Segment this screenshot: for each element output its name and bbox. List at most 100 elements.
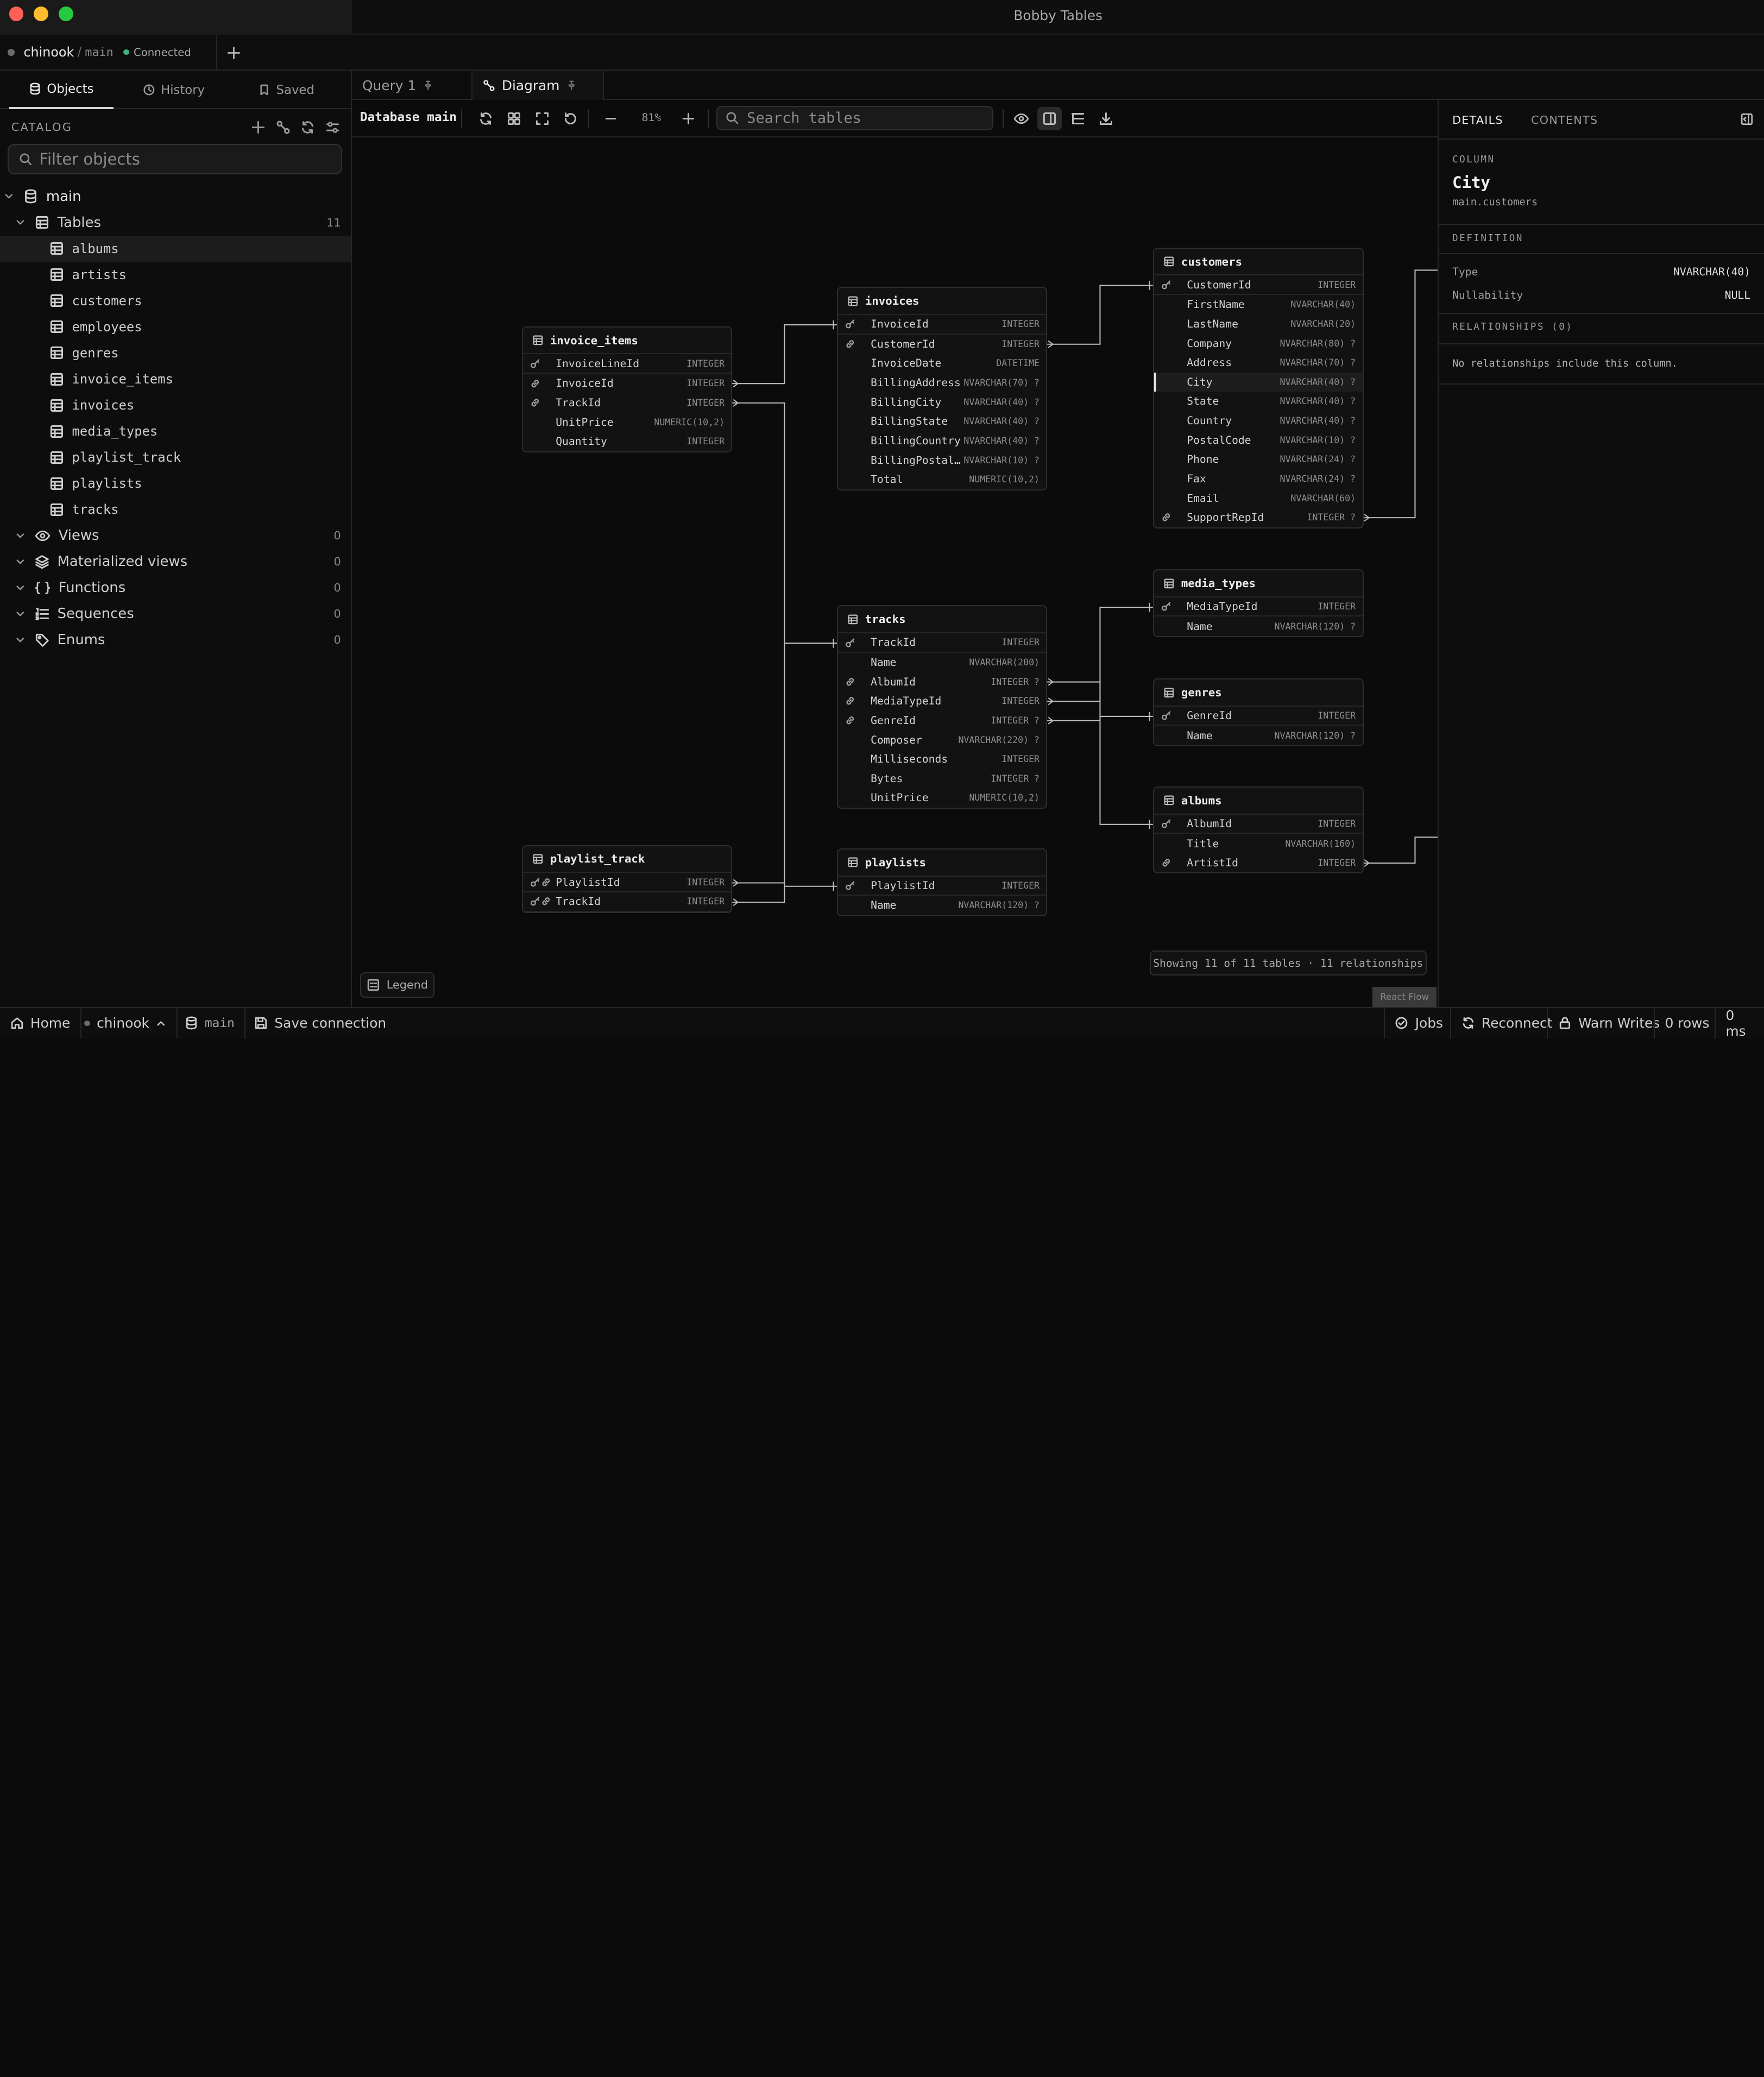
tab-diagram[interactable]: Diagram xyxy=(472,71,604,100)
save-connection-button[interactable]: Save connection xyxy=(244,1008,396,1038)
refresh-icon[interactable] xyxy=(300,120,315,135)
add-connection-button[interactable] xyxy=(220,39,248,66)
table-node-header[interactable]: albums xyxy=(1154,788,1363,815)
table-node-header[interactable]: media_types xyxy=(1154,570,1363,597)
table-column-row[interactable]: Name NVARCHAR(120) ? xyxy=(1154,726,1362,745)
tree-table-employees[interactable]: employees xyxy=(0,314,351,340)
home-button[interactable]: Home xyxy=(0,1008,81,1038)
table-column-row[interactable]: Fax NVARCHAR(24) ? xyxy=(1154,469,1362,489)
tree-table-artists[interactable]: artists xyxy=(0,262,351,288)
table-column-row[interactable]: Name NVARCHAR(200) xyxy=(838,653,1046,672)
table-node-header[interactable]: invoices xyxy=(838,288,1047,315)
tree-table-playlist-track[interactable]: playlist_track xyxy=(0,444,351,470)
table-node-playlist-track[interactable]: playlist_track PlaylistId INTEGER TrackId IN… xyxy=(522,845,733,913)
tree-group-tables[interactable]: Tables 11 xyxy=(0,210,351,236)
reset-view-button[interactable] xyxy=(558,107,583,130)
table-column-row[interactable]: InvoiceLineId INTEGER xyxy=(523,354,732,374)
table-column-row[interactable]: TrackId INTEGER xyxy=(523,393,731,413)
table-column-row[interactable]: Email NVARCHAR(60) xyxy=(1154,488,1362,508)
table-column-row[interactable]: CustomerId INTEGER xyxy=(838,335,1046,354)
tree-group-functions[interactable]: Functions 0 xyxy=(0,575,351,601)
table-column-row[interactable]: Name NVARCHAR(120) ? xyxy=(1154,616,1362,636)
table-column-row[interactable]: GenreId INTEGER ? xyxy=(838,711,1046,731)
connection-switcher[interactable]: chinook xyxy=(74,1008,178,1038)
plus-icon[interactable] xyxy=(251,120,266,135)
zoom-out-button[interactable] xyxy=(598,107,623,130)
tree-group-views[interactable]: Views 0 xyxy=(0,523,351,549)
table-column-row[interactable]: BillingAddress NVARCHAR(70) ? xyxy=(838,373,1046,393)
table-column-row[interactable]: Milliseconds INTEGER xyxy=(838,750,1046,769)
jobs-button[interactable]: Jobs xyxy=(1383,1008,1453,1038)
connection-tab[interactable]: chinook / main Connected xyxy=(0,35,217,70)
table-column-row[interactable]: LastName NVARCHAR(20) xyxy=(1154,314,1362,334)
table-column-row[interactable]: Company NVARCHAR(80) ? xyxy=(1154,333,1362,353)
table-column-row[interactable]: City NVARCHAR(40) ? xyxy=(1154,372,1363,392)
tree-table-playlists[interactable]: playlists xyxy=(0,470,351,496)
table-column-row[interactable]: BillingState NVARCHAR(40) ? xyxy=(838,412,1046,431)
table-column-row[interactable]: TrackId INTEGER xyxy=(838,633,1047,653)
toggle-details-panel-button[interactable] xyxy=(1037,106,1062,131)
table-column-row[interactable]: AlbumId INTEGER ? xyxy=(838,672,1046,691)
maximize-window-button[interactable] xyxy=(58,7,73,22)
table-column-row[interactable]: BillingCity NVARCHAR(40) ? xyxy=(838,392,1046,412)
table-column-row[interactable]: PlaylistId INTEGER xyxy=(523,873,732,892)
table-column-row[interactable]: InvoiceId INTEGER xyxy=(838,315,1047,335)
list-view-button[interactable] xyxy=(1066,107,1091,130)
tab-saved[interactable]: Saved xyxy=(234,71,339,109)
table-node-header[interactable]: playlist_track xyxy=(523,846,732,873)
table-column-row[interactable]: BillingPostalCodeNVARCHAR(10) ? xyxy=(838,450,1046,470)
table-column-row[interactable]: Name NVARCHAR(120) ? xyxy=(838,896,1046,915)
schema-indicator[interactable]: main xyxy=(174,1008,246,1038)
table-column-row[interactable]: State NVARCHAR(40) ? xyxy=(1154,392,1362,411)
table-node-customers[interactable]: customers CustomerId INTEGER FirstName NVARC… xyxy=(1153,247,1364,528)
table-node-header[interactable]: tracks xyxy=(838,606,1047,634)
table-column-row[interactable]: TrackId INTEGER xyxy=(523,892,732,912)
table-node-media-types[interactable]: media_types MediaTypeId INTEGER Name NVARCHA… xyxy=(1153,569,1364,638)
table-node-header[interactable]: genres xyxy=(1154,679,1363,707)
table-node-header[interactable]: invoice_items xyxy=(523,328,732,355)
pin-icon[interactable] xyxy=(566,80,577,91)
table-column-row[interactable]: UnitPrice NUMERIC(10,2) xyxy=(523,412,731,432)
table-column-row[interactable]: MediaTypeId INTEGER xyxy=(1154,597,1363,617)
react-flow-attribution[interactable]: React Flow xyxy=(1372,986,1437,1007)
table-column-row[interactable]: Composer NVARCHAR(220) ? xyxy=(838,730,1046,750)
table-column-row[interactable]: InvoiceId INTEGER xyxy=(523,374,731,393)
table-node-albums[interactable]: albums AlbumId INTEGER Title NVARCHAR(160) Ar… xyxy=(1153,786,1364,874)
tab-details[interactable]: DETAILS xyxy=(1452,114,1503,127)
tab-history[interactable]: History xyxy=(122,71,226,109)
tab-contents[interactable]: CONTENTS xyxy=(1531,114,1598,127)
tree-group-materialized-views[interactable]: Materialized views 0 xyxy=(0,549,351,575)
table-node-playlists[interactable]: playlists PlaylistId INTEGER Name NVARCHAR(1… xyxy=(837,848,1048,916)
search-tables-input[interactable] xyxy=(747,109,972,127)
table-column-row[interactable]: MediaTypeId INTEGER xyxy=(838,691,1046,711)
tree-table-media-types[interactable]: media_types xyxy=(0,418,351,444)
table-column-row[interactable]: Quantity INTEGER xyxy=(523,432,731,451)
sliders-icon[interactable] xyxy=(325,120,340,135)
warn-writes-toggle[interactable]: Warn Writes xyxy=(1547,1008,1670,1038)
zoom-in-button[interactable] xyxy=(676,107,701,130)
export-diagram-button[interactable] xyxy=(1093,107,1118,130)
table-column-row[interactable]: GenreId INTEGER xyxy=(1154,707,1363,726)
table-node-genres[interactable]: genres GenreId INTEGER Name NVARCHAR(120) ? xyxy=(1153,678,1364,746)
tree-table-albums[interactable]: albums xyxy=(0,235,351,262)
collapse-panel-icon[interactable] xyxy=(1740,112,1754,126)
legend-button[interactable]: Legend xyxy=(360,972,434,998)
table-column-row[interactable]: InvoiceDate DATETIME xyxy=(838,354,1046,373)
tree-table-genres[interactable]: genres xyxy=(0,340,351,366)
table-column-row[interactable]: CustomerId INTEGER xyxy=(1154,275,1363,295)
table-column-row[interactable]: UnitPrice NUMERIC(10,2) xyxy=(838,788,1046,808)
table-column-row[interactable]: BillingCountry NVARCHAR(40) ? xyxy=(838,431,1046,451)
toggle-visibility-button[interactable] xyxy=(1009,107,1034,130)
refresh-diagram-button[interactable] xyxy=(474,107,499,130)
tree-group-sequences[interactable]: Sequences 0 xyxy=(0,601,351,627)
pin-icon[interactable] xyxy=(423,80,433,91)
tree-table-customers[interactable]: customers xyxy=(0,288,351,314)
tab-query-1[interactable]: Query 1 xyxy=(352,71,472,100)
table-column-row[interactable]: FirstName NVARCHAR(40) xyxy=(1154,295,1362,314)
auto-layout-button[interactable] xyxy=(502,107,527,130)
tree-table-invoice-items[interactable]: invoice_items xyxy=(0,366,351,392)
table-column-row[interactable]: Total NUMERIC(10,2) xyxy=(838,470,1046,489)
table-node-invoices[interactable]: invoices InvoiceId INTEGER CustomerId INTEGE… xyxy=(837,287,1048,490)
table-column-row[interactable]: SupportRepId INTEGER ? xyxy=(1154,508,1362,527)
table-column-row[interactable]: Phone NVARCHAR(24) ? xyxy=(1154,450,1362,469)
